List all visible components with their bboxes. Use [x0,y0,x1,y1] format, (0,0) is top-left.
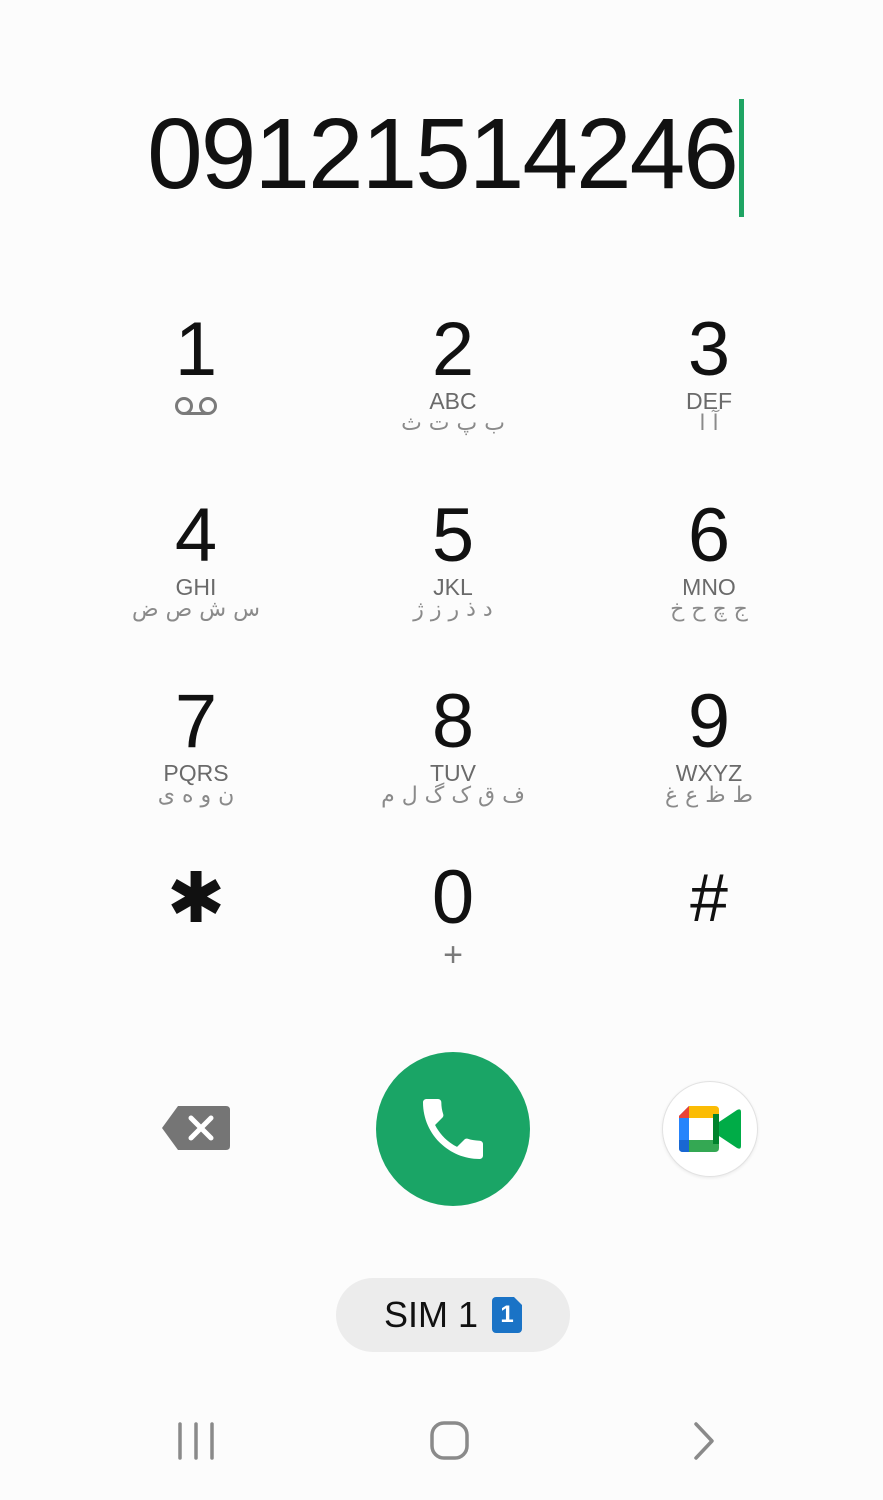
key-persian-letters: ب پ ت ث [401,411,505,436]
key-digit: 1 [174,307,218,392]
sim-selector[interactable]: SIM 1 1 [336,1278,570,1352]
recent-apps-button[interactable] [166,1418,226,1468]
key-digit: # [690,860,728,936]
key-persian-letters: س ش ص ض [132,597,260,622]
key-digit: 6 [687,493,731,578]
phone-icon [423,1099,483,1159]
backspace-icon [162,1106,230,1150]
key-letters: TUV [430,760,476,786]
home-button[interactable] [420,1418,480,1468]
key-digit: 3 [687,307,731,392]
key-hash[interactable]: # [609,858,809,1008]
key-letters: GHI [175,574,217,600]
number-display[interactable]: 09121514246 [0,92,883,217]
key-digit: 9 [687,679,731,764]
dialed-number[interactable]: 09121514246 [139,104,739,204]
key-persian-letters: ط ظ ع غ [665,783,753,808]
key-letters: JKL [433,574,473,600]
back-icon [694,1422,714,1460]
key-4[interactable]: 4 GHI س ش ص ض [96,496,296,646]
voicemail-icon [175,397,217,415]
key-letters: DEF [686,388,732,414]
key-6[interactable]: 6 MNO ج چ ح خ [609,496,809,646]
key-digit: ✱ [166,859,226,937]
navigation-bar [0,1400,883,1500]
home-icon [430,1421,469,1460]
sim-card-icon: 1 [492,1297,523,1333]
key-0[interactable]: 0 + [353,858,553,1008]
key-letters: ABC [429,388,477,414]
key-digit: 5 [431,493,475,578]
key-3[interactable]: 3 DEF آ ا [609,310,809,460]
key-letters: PQRS [163,760,229,786]
sim-label: SIM 1 [383,1294,479,1335]
key-8[interactable]: 8 TUV ف ق ک گ ل م [353,682,553,832]
key-9[interactable]: 9 WXYZ ط ظ ع غ [609,682,809,832]
key-persian-letters: آ ا [699,411,719,436]
key-star[interactable]: ✱ [96,858,296,1008]
google-meet-icon [679,1106,741,1152]
key-7[interactable]: 7 PQRS ن و ه ی [96,682,296,832]
key-digit: 2 [431,307,475,392]
dialer-screen: 09121514246 1 2 ABC ب پ ت ث 3 DEF آ ا 4 … [0,0,883,1500]
key-letters: MNO [682,574,736,600]
key-5[interactable]: 5 JKL د ذ ر ز ژ [353,496,553,646]
call-button[interactable] [376,1052,530,1206]
key-persian-letters: ن و ه ی [157,783,235,808]
key-persian-letters: د ذ ر ز ژ [413,597,493,622]
key-digit: 8 [431,679,475,764]
key-1[interactable]: 1 [96,310,296,460]
back-button[interactable] [676,1418,736,1468]
recent-apps-icon [178,1422,214,1460]
plus-label: + [443,936,463,974]
text-cursor [738,99,744,217]
video-call-button[interactable] [662,1081,758,1177]
backspace-button[interactable] [160,1104,232,1152]
key-letters: WXYZ [675,760,743,786]
sim-badge-number: 1 [500,1301,514,1328]
key-2[interactable]: 2 ABC ب پ ت ث [353,310,553,460]
key-digit: 7 [174,679,218,764]
key-digit: 4 [174,493,218,578]
key-digit: 0 [431,855,475,940]
key-persian-letters: ف ق ک گ ل م [381,783,525,808]
key-persian-letters: ج چ ح خ [670,597,748,622]
